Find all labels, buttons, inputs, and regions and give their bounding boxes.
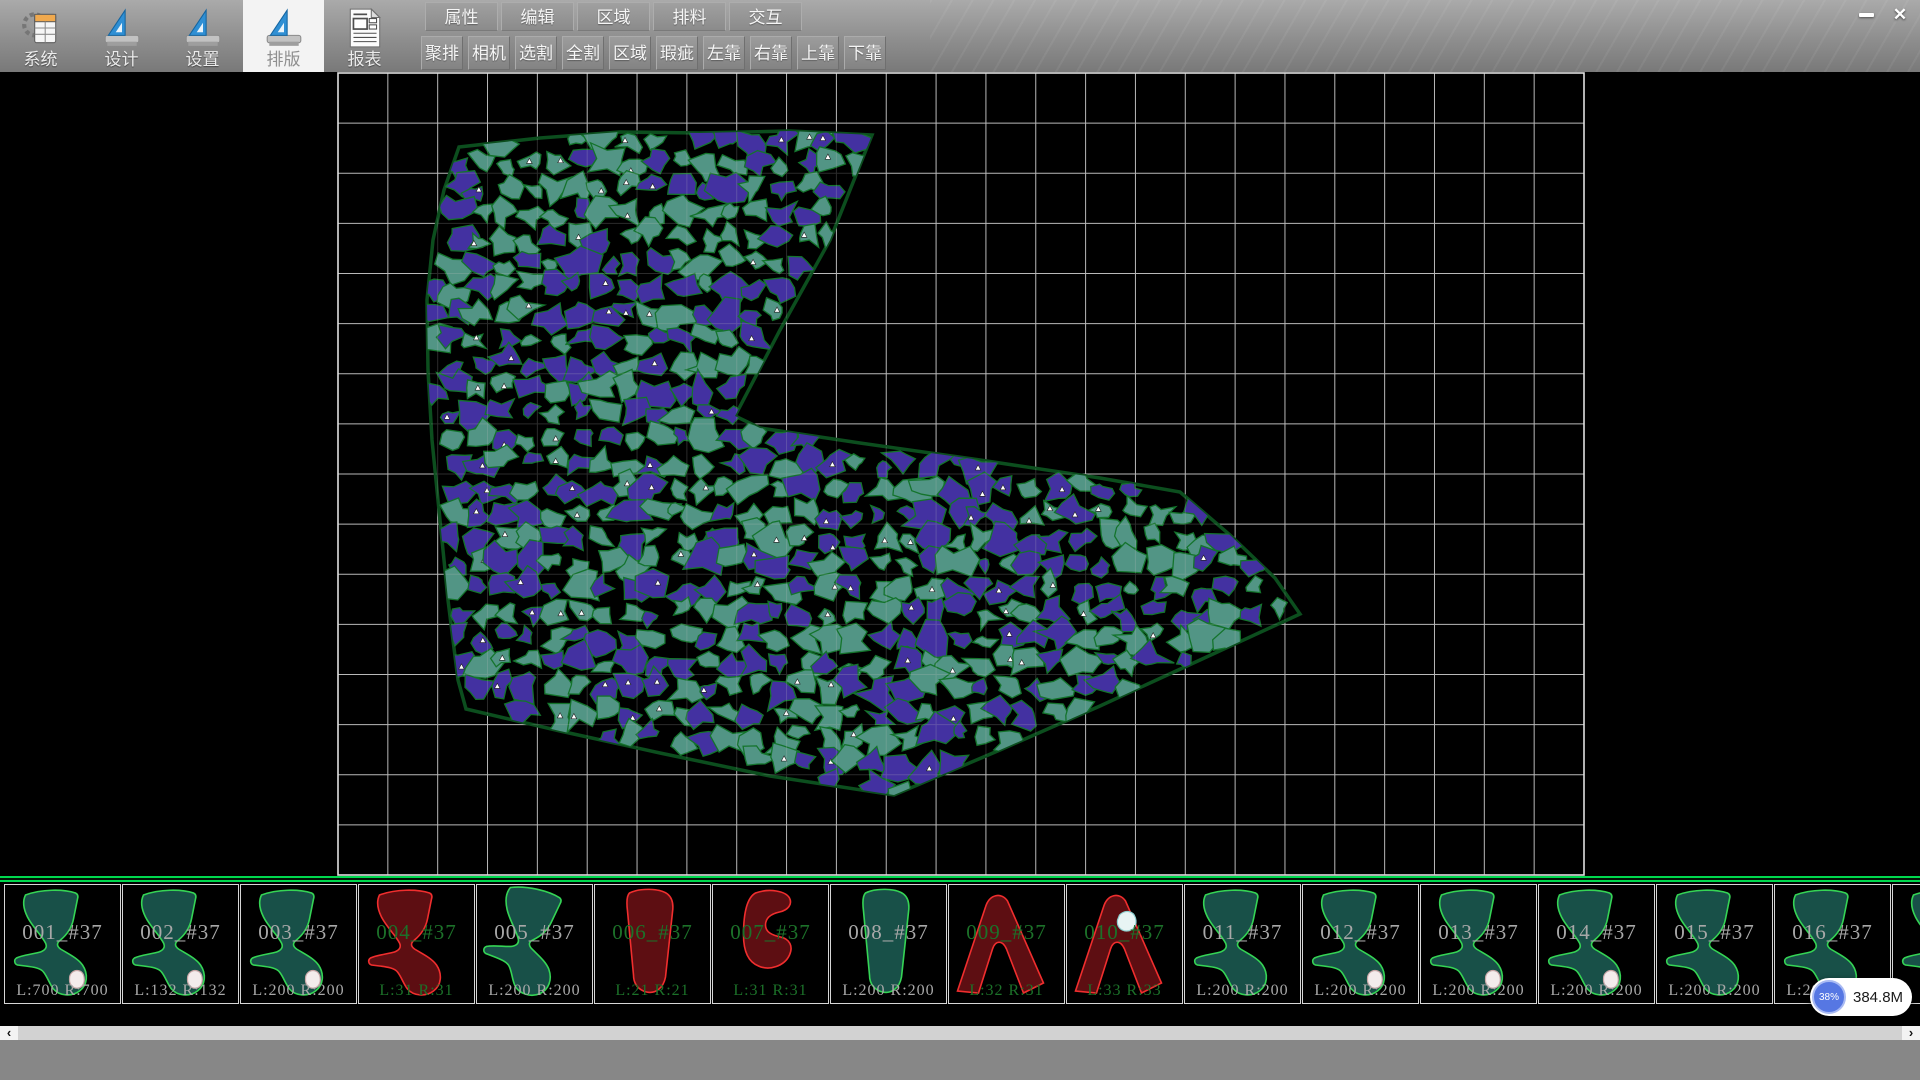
- part-name: 004_#37: [359, 920, 474, 945]
- part-lr: L:21 R:21: [595, 982, 710, 1000]
- part-name: 009_#37: [949, 920, 1064, 945]
- system-icon: [20, 7, 62, 49]
- part-name: 011_#37: [1185, 920, 1300, 945]
- scroll-left-icon[interactable]: ‹: [0, 1026, 18, 1040]
- part-lr: L:200 R:200: [1657, 982, 1772, 1000]
- tool-button-3[interactable]: 选割: [515, 36, 557, 70]
- part-lr: L:700 R:700: [5, 982, 120, 1000]
- parts-strip: 001_#37 L:700 R:700 002_#37 L:132 R:132 …: [0, 876, 1920, 1008]
- ribbon-item-4[interactable]: 排版: [243, 0, 324, 72]
- menu-tab-1[interactable]: 属性: [425, 2, 498, 31]
- part-name: 008_#37: [831, 920, 946, 945]
- settings-icon: [182, 7, 224, 49]
- part-lr: L:200 R:200: [477, 982, 592, 1000]
- tool-button-4[interactable]: 全割: [562, 36, 604, 70]
- menu-bar: 属性编辑区域排料交互: [425, 2, 802, 31]
- part-name: 014_#37: [1539, 920, 1654, 945]
- part-lr: L:200 R:200: [1539, 982, 1654, 1000]
- tool-button-9[interactable]: 上靠: [797, 36, 839, 70]
- part-tile[interactable]: 007_#37 L:31 R:31: [712, 884, 829, 1004]
- minimize-icon: [1859, 13, 1874, 17]
- part-lr: L:200 R:200: [831, 982, 946, 1000]
- part-name: 013_#37: [1421, 920, 1536, 945]
- close-button[interactable]: ✕: [1883, 2, 1917, 28]
- tool-button-6[interactable]: 瑕疵: [656, 36, 698, 70]
- tool-button-5[interactable]: 区域: [609, 36, 651, 70]
- part-lr: L:132 R:132: [123, 982, 238, 1000]
- minimize-button[interactable]: [1849, 2, 1883, 28]
- ribbon-item-1[interactable]: 系统: [0, 0, 81, 72]
- part-lr: L:200 R:200: [241, 982, 356, 1000]
- ribbon-item-2[interactable]: 设计: [81, 0, 162, 72]
- part-tile[interactable]: 013_#37 L:200 R:200: [1420, 884, 1537, 1004]
- ribbon-item-5[interactable]: 报表: [324, 0, 405, 72]
- tool-button-8[interactable]: 右靠: [750, 36, 792, 70]
- design-icon: [101, 7, 143, 49]
- toolbar: 系统 设计 设置 排版 报表 属性编辑区域排料交互 聚排相机选割全割区域瑕疵左靠…: [0, 0, 1920, 72]
- part-lr: L:200 R:200: [1421, 982, 1536, 1000]
- part-lr: L:33 R:33: [1067, 982, 1182, 1000]
- part-name: 016_#37: [1775, 920, 1890, 945]
- tool-button-1[interactable]: 聚排: [421, 36, 463, 70]
- part-name: 002_#37: [123, 920, 238, 945]
- menu-tab-2[interactable]: 编辑: [501, 2, 574, 31]
- part-lr: L:31 R:31: [359, 982, 474, 1000]
- part-tile[interactable]: 015_#37 L:200 R:200: [1656, 884, 1773, 1004]
- part-tile[interactable]: 005_#37 L:200 R:200: [476, 884, 593, 1004]
- part-name: 010_#37: [1067, 920, 1182, 945]
- tool-button-7[interactable]: 左靠: [703, 36, 745, 70]
- progress-circle: 38%: [1812, 980, 1846, 1014]
- nesting-canvas[interactable]: [0, 72, 1920, 884]
- part-tile[interactable]: 002_#37 L:132 R:132: [122, 884, 239, 1004]
- part-name: 003_#37: [241, 920, 356, 945]
- menu-tab-5[interactable]: 交互: [729, 2, 802, 31]
- part-lr: L:31 R:31: [713, 982, 828, 1000]
- part-name: 001_#37: [5, 920, 120, 945]
- report-icon: [344, 7, 386, 49]
- ribbon-item-3[interactable]: 设置: [162, 0, 243, 72]
- menu-tab-3[interactable]: 区域: [577, 2, 650, 31]
- part-name: 012_#37: [1303, 920, 1418, 945]
- part-name: 005_#37: [477, 920, 592, 945]
- progress-percent: 38%: [1819, 992, 1839, 1003]
- part-tile[interactable]: 006_#37 L:21 R:21: [594, 884, 711, 1004]
- part-tile[interactable]: 010_#37 L:33 R:33: [1066, 884, 1183, 1004]
- part-tile[interactable]: 012_#37 L:200 R:200: [1302, 884, 1419, 1004]
- part-lr: L:200 R:200: [1303, 982, 1418, 1000]
- part-tile[interactable]: 001_#37 L:700 R:700: [4, 884, 121, 1004]
- window-controls: ✕: [1849, 2, 1917, 28]
- application-window: 系统 设计 设置 排版 报表 属性编辑区域排料交互 聚排相机选割全割区域瑕疵左靠…: [0, 0, 1920, 1080]
- strip-separator: [0, 876, 1920, 882]
- status-bar: [0, 1040, 1920, 1080]
- tool-bar: 聚排相机选割全割区域瑕疵左靠右靠上靠下靠: [421, 36, 886, 70]
- part-tile[interactable]: 003_#37 L:200 R:200: [240, 884, 357, 1004]
- memory-badge[interactable]: 38% 384.8M: [1810, 978, 1912, 1016]
- part-name: 0: [1893, 920, 1920, 945]
- scroll-right-icon[interactable]: ›: [1902, 1026, 1920, 1040]
- menu-tab-4[interactable]: 排料: [653, 2, 726, 31]
- tool-button-10[interactable]: 下靠: [844, 36, 886, 70]
- part-tile[interactable]: 009_#37 L:32 R:31: [948, 884, 1065, 1004]
- part-name: 015_#37: [1657, 920, 1772, 945]
- layout-icon: [263, 7, 305, 49]
- part-lr: L:200 R:200: [1185, 982, 1300, 1000]
- part-tile[interactable]: 011_#37 L:200 R:200: [1184, 884, 1301, 1004]
- part-tile[interactable]: 014_#37 L:200 R:200: [1538, 884, 1655, 1004]
- close-icon: ✕: [1893, 5, 1907, 25]
- ribbon: 系统 设计 设置 排版 报表: [0, 0, 405, 72]
- horizontal-scrollbar[interactable]: ‹ ›: [0, 1026, 1920, 1040]
- part-tile[interactable]: 004_#37 L:31 R:31: [358, 884, 475, 1004]
- part-name: 007_#37: [713, 920, 828, 945]
- part-lr: L:32 R:31: [949, 982, 1064, 1000]
- part-name: 006_#37: [595, 920, 710, 945]
- part-tile[interactable]: 008_#37 L:200 R:200: [830, 884, 947, 1004]
- memory-value: 384.8M: [1853, 989, 1903, 1006]
- tool-button-2[interactable]: 相机: [468, 36, 510, 70]
